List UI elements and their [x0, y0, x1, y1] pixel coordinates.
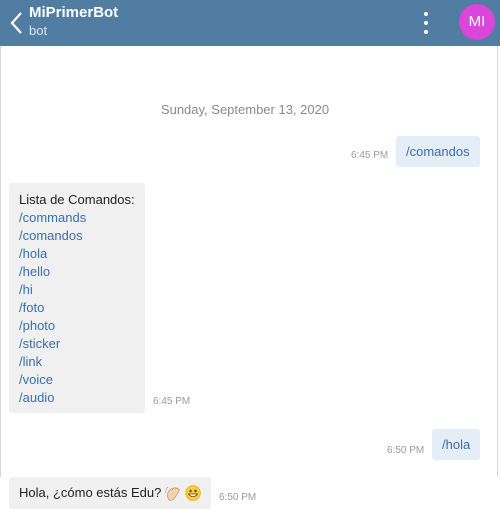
command-link[interactable]: /voice: [19, 371, 145, 389]
message-heading: Lista de Comandos:: [19, 192, 135, 207]
message-time: 6:45 PM: [153, 396, 191, 407]
chat-title[interactable]: MiPrimerBot: [29, 4, 118, 21]
message-text: /hola: [442, 437, 471, 452]
incoming-message: Hola, ¿cómo estás Edu?: [9, 477, 211, 509]
command-link[interactable]: /audio: [19, 389, 145, 407]
command-link[interactable]: /sticker: [19, 335, 145, 353]
outgoing-message: /hola: [432, 429, 480, 460]
chat-header: MiPrimerBot bot MI: [0, 0, 500, 46]
command-link[interactable]: /hola: [19, 245, 145, 263]
command-link[interactable]: /hi: [19, 281, 145, 299]
command-link[interactable]: /commands: [19, 209, 145, 227]
command-link[interactable]: /foto: [19, 299, 145, 317]
command-link[interactable]: /link: [19, 353, 145, 371]
more-menu-icon[interactable]: [416, 8, 436, 38]
message-text: Hola, ¿cómo estás Edu?: [19, 485, 162, 501]
command-link[interactable]: /photo: [19, 317, 145, 335]
avatar[interactable]: MI: [459, 4, 495, 40]
message-text: /comandos: [406, 144, 470, 159]
command-link[interactable]: /hello: [19, 263, 145, 281]
date-separator: Sunday, September 13, 2020: [160, 102, 330, 117]
chat-area[interactable]: Sunday, September 13, 2020 6:45 PM /coma…: [0, 46, 498, 509]
command-link[interactable]: /comandos: [19, 227, 145, 245]
chat-subtitle: bot: [29, 23, 48, 38]
message-time: 6:45 PM: [351, 150, 389, 161]
grinning-face-icon: [184, 484, 201, 501]
waving-hand-icon: [165, 486, 180, 501]
outgoing-message: /comandos: [396, 136, 480, 167]
message-time: 6:50 PM: [387, 445, 425, 456]
message-time: 6:50 PM: [219, 492, 257, 503]
back-arrow-icon[interactable]: [8, 10, 26, 36]
incoming-message: Lista de Comandos: /commands /comandos /…: [9, 183, 145, 413]
